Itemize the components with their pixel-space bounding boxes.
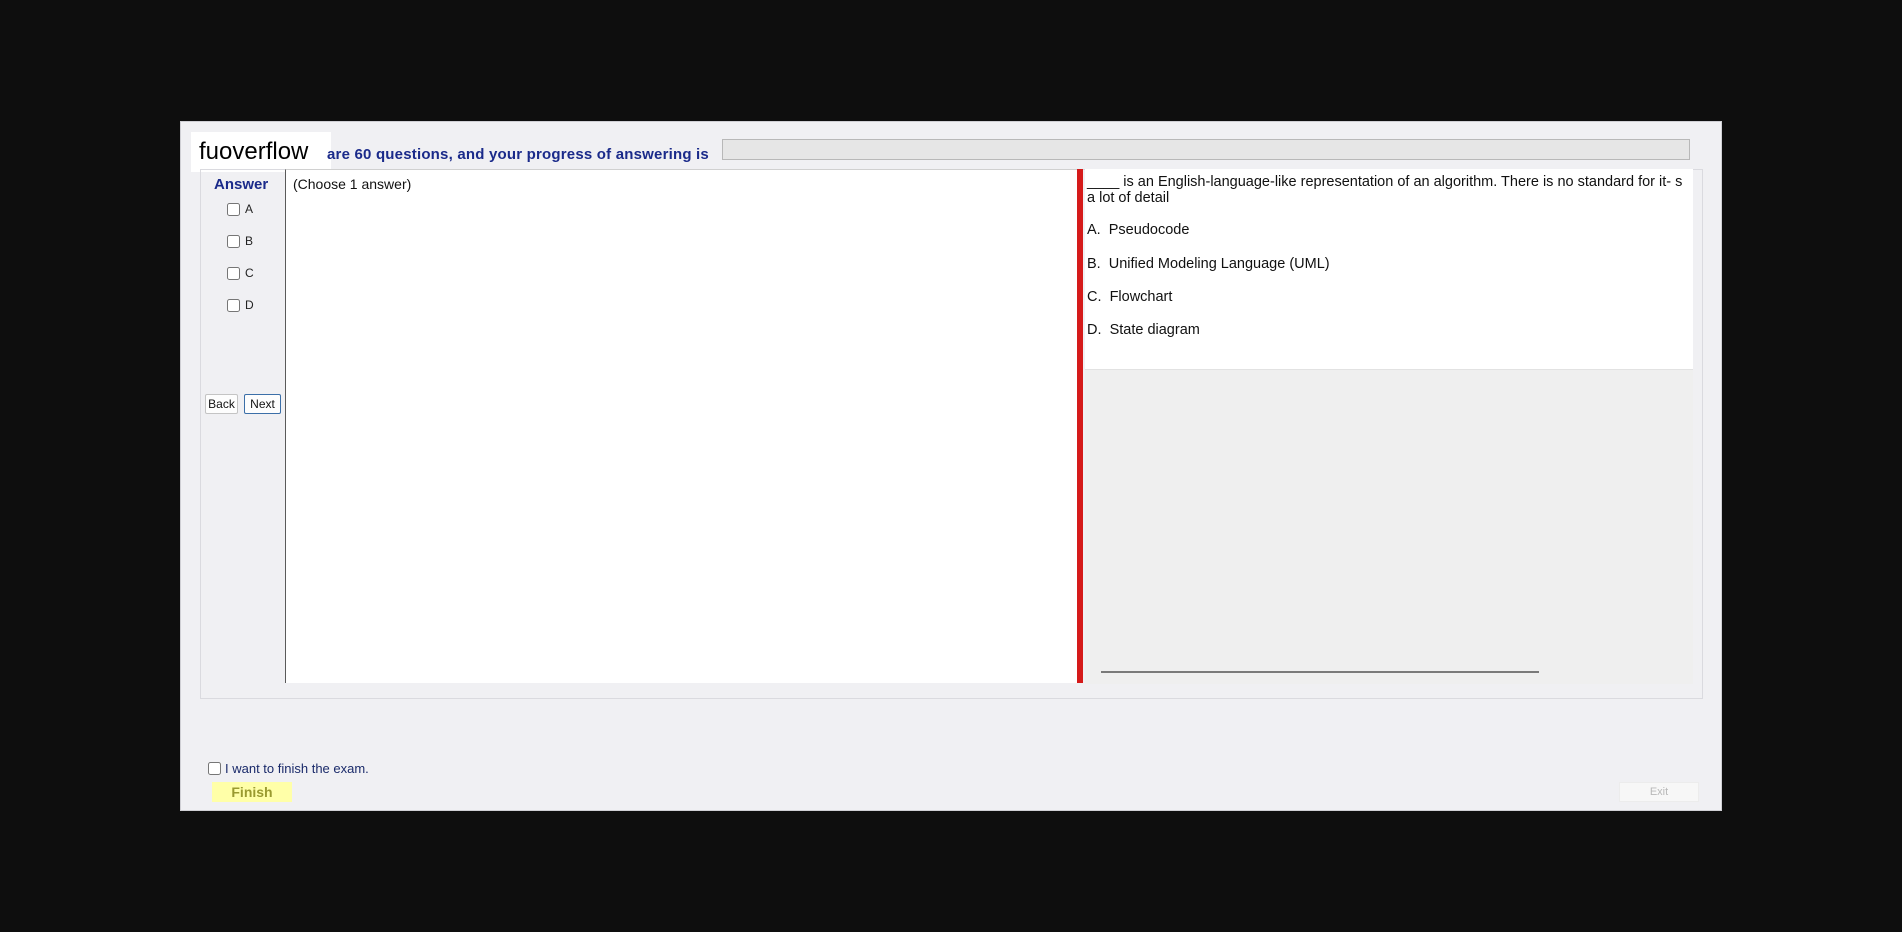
question-choice-a-text: Pseudocode bbox=[1108, 222, 1190, 238]
answer-checkbox-b[interactable] bbox=[227, 234, 240, 248]
question-choice-b: B. Unified Modeling Language (UML) bbox=[1087, 256, 1330, 272]
finish-exam-checkbox[interactable] bbox=[208, 762, 221, 775]
horizontal-scrollbar[interactable] bbox=[1101, 671, 1539, 673]
question-text-line-1: ____ is an English-language-like represe… bbox=[1087, 174, 1683, 190]
question-choice-d-letter: D. bbox=[1087, 322, 1102, 338]
answer-option-c[interactable]: C bbox=[227, 266, 254, 280]
question-text-line-2: a lot of detail bbox=[1087, 190, 1170, 206]
answer-instruction: (Choose 1 answer) bbox=[293, 176, 412, 192]
question-choice-b-text: Unified Modeling Language (UML) bbox=[1108, 256, 1330, 272]
question-choice-a-letter: A. bbox=[1087, 222, 1101, 238]
question-lower-area bbox=[1085, 369, 1693, 684]
question-choice-c: C. Flowchart bbox=[1087, 289, 1172, 305]
question-panel: ____ is an English-language-like represe… bbox=[1085, 169, 1693, 369]
answer-option-b[interactable]: B bbox=[227, 234, 253, 248]
finish-exam-label: I want to finish the exam. bbox=[225, 761, 369, 776]
answer-checkbox-d[interactable] bbox=[227, 298, 240, 312]
logo-text: fuoverflow bbox=[199, 138, 309, 165]
next-button[interactable]: Next bbox=[244, 394, 281, 414]
finish-exam-option[interactable]: I want to finish the exam. bbox=[208, 761, 369, 776]
progress-bar bbox=[722, 139, 1690, 160]
progress-header-text: are 60 questions, and your progress of a… bbox=[327, 146, 709, 163]
answer-title: Answer bbox=[214, 176, 269, 193]
answer-option-d-label: D bbox=[245, 298, 254, 312]
exit-button[interactable]: Exit bbox=[1619, 782, 1699, 802]
answer-option-d[interactable]: D bbox=[227, 298, 254, 312]
answer-input-area[interactable]: (Choose 1 answer) bbox=[285, 169, 1078, 683]
logo: fuoverflow bbox=[191, 132, 331, 172]
back-button[interactable]: Back bbox=[205, 394, 238, 414]
answer-option-c-label: C bbox=[245, 266, 254, 280]
question-choice-c-text: Flowchart bbox=[1109, 289, 1173, 305]
question-choice-c-letter: C. bbox=[1087, 289, 1102, 305]
panel-splitter[interactable] bbox=[1077, 169, 1083, 683]
question-choice-d-text: State diagram bbox=[1109, 322, 1200, 338]
answer-option-a[interactable]: A bbox=[227, 202, 253, 216]
finish-button[interactable]: Finish bbox=[212, 782, 292, 802]
question-choice-d: D. State diagram bbox=[1087, 322, 1200, 338]
question-text: ____ is an English-language-like represe… bbox=[1087, 174, 1693, 206]
answer-checkbox-c[interactable] bbox=[227, 266, 240, 280]
exam-window: fuoverflow are 60 questions, and your pr… bbox=[180, 121, 1722, 811]
answer-checkbox-a[interactable] bbox=[227, 202, 240, 216]
question-choice-b-letter: B. bbox=[1087, 256, 1101, 272]
answer-option-a-label: A bbox=[245, 202, 254, 216]
answer-option-b-label: B bbox=[245, 234, 254, 248]
question-choice-a: A. Pseudocode bbox=[1087, 222, 1189, 238]
